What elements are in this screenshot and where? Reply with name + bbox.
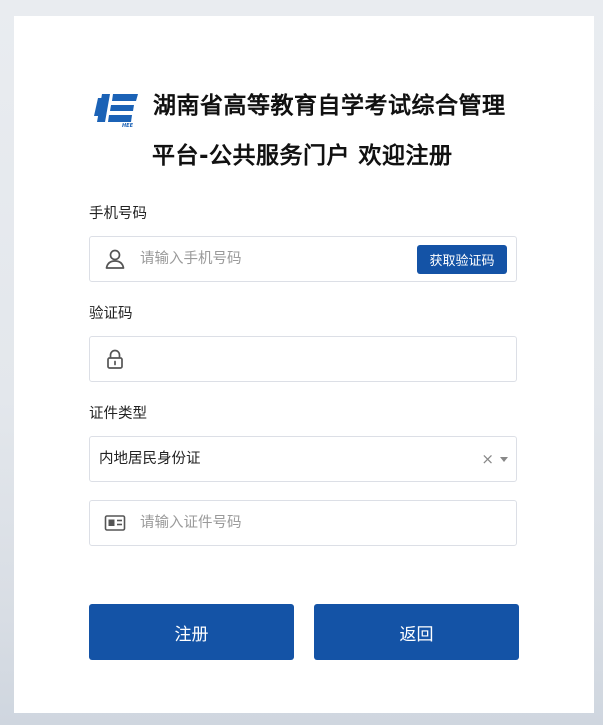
get-code-button[interactable]: 获取验证码: [417, 245, 507, 274]
id-number-field: [89, 500, 517, 546]
phone-label: 手机号码: [89, 206, 147, 222]
code-label: 验证码: [89, 306, 133, 322]
id-type-select[interactable]: 内地居民身份证 ×: [89, 436, 517, 482]
id-number-input[interactable]: [140, 501, 410, 545]
lock-icon: [107, 349, 123, 369]
chevron-down-icon[interactable]: [500, 457, 508, 462]
user-icon: [105, 249, 125, 269]
phone-input[interactable]: [140, 237, 410, 281]
page-title-line-1: 湖南省高等教育自学考试综合管理: [153, 93, 506, 119]
register-button[interactable]: 注册: [89, 604, 294, 660]
clear-selection-icon[interactable]: ×: [481, 451, 494, 467]
exam-authority-logo: HEE: [94, 94, 138, 128]
id-type-label: 证件类型: [89, 406, 147, 422]
phone-field: 获取验证码: [89, 236, 517, 282]
code-input[interactable]: [140, 337, 410, 381]
id-type-selected-value: 内地居民身份证: [99, 451, 201, 467]
id-card-icon: [104, 515, 126, 531]
register-card: HEE 湖南省高等教育自学考试综合管理 平台-公共服务门户 欢迎注册 手机号码 …: [14, 16, 594, 713]
code-field: [89, 336, 517, 382]
page-title-line-2: 平台-公共服务门户 欢迎注册: [152, 143, 453, 169]
back-button[interactable]: 返回: [314, 604, 519, 660]
svg-text:HEE: HEE: [122, 123, 134, 128]
